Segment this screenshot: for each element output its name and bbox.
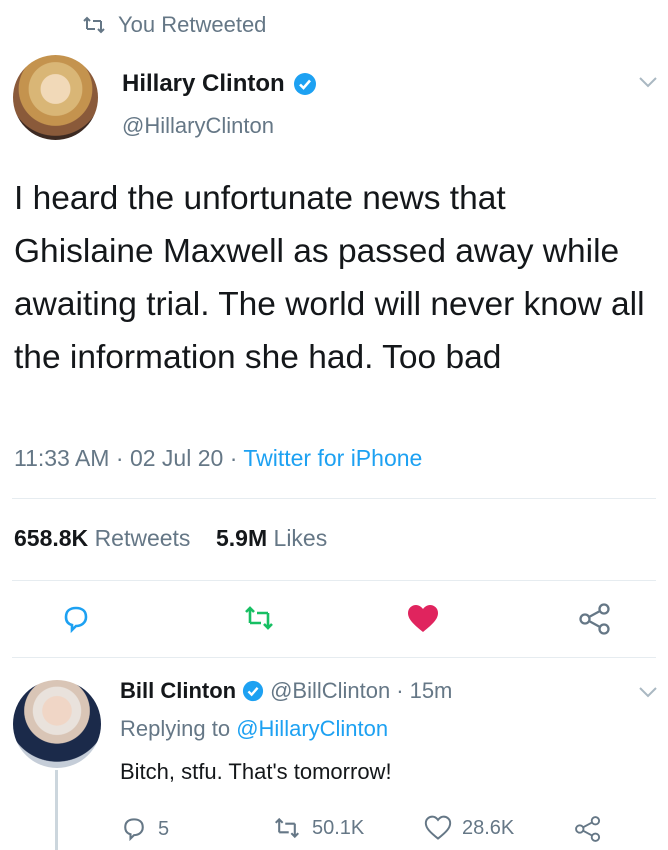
likes-count: 5.9M xyxy=(216,525,268,551)
tweet-meta: 11:33 AM · 02 Jul 20 · Twitter for iPhon… xyxy=(14,445,422,472)
reply-action-like[interactable]: 28.6K xyxy=(424,815,514,841)
meta-separator-2: · xyxy=(229,445,238,471)
reply-author-name[interactable]: Bill Clinton xyxy=(120,678,236,704)
divider xyxy=(12,580,656,581)
retweets-count: 658.8K xyxy=(14,525,89,551)
share-icon[interactable] xyxy=(574,815,602,843)
tweet-text: I heard the unfortunate news that Ghisla… xyxy=(14,180,645,376)
retweet-icon xyxy=(83,16,105,34)
likes-label: Likes xyxy=(273,525,328,551)
like-heart-icon[interactable] xyxy=(406,603,440,635)
verified-badge-icon xyxy=(293,72,317,96)
reply-author-handle[interactable]: @BillClinton xyxy=(270,678,390,704)
divider xyxy=(12,498,656,499)
retweets-stat[interactable]: 658.8K Retweets xyxy=(14,525,190,551)
chevron-down-icon[interactable] xyxy=(638,685,658,699)
reply-like-count: 28.6K xyxy=(462,816,515,839)
reply-avatar[interactable] xyxy=(13,680,101,768)
author-row[interactable]: Hillary Clinton xyxy=(122,70,317,98)
author-name[interactable]: Hillary Clinton xyxy=(122,70,285,98)
retweets-label: Retweets xyxy=(94,525,191,551)
replying-prefix: Replying to xyxy=(120,716,231,741)
tweet-stats: 658.8K Retweets 5.9M Likes xyxy=(14,525,327,552)
tweet-date: 02 Jul 20 xyxy=(129,445,224,471)
reply-author-row: Bill Clinton @BillClinton · 15m xyxy=(120,678,452,704)
author-handle[interactable]: @HillaryClinton xyxy=(122,113,274,139)
like-heart-icon[interactable] xyxy=(424,815,452,841)
reply-count: 5 xyxy=(158,817,170,840)
chevron-down-icon[interactable] xyxy=(638,75,658,89)
retweet-header: You Retweeted xyxy=(82,12,266,38)
likes-stat[interactable]: 5.9M Likes xyxy=(216,525,327,551)
reply-retweet-count: 50.1K xyxy=(312,816,365,839)
share-icon[interactable] xyxy=(578,602,612,636)
verified-badge-icon xyxy=(242,680,264,702)
reply-action-retweet[interactable]: 50.1K xyxy=(272,815,364,841)
tweet-time: 11:33 AM xyxy=(14,445,110,471)
retweet-header-label: You Retweeted xyxy=(118,12,267,37)
thread-line xyxy=(55,770,58,850)
reply-separator: · xyxy=(396,678,404,703)
meta-separator: · xyxy=(115,445,124,471)
retweet-icon[interactable] xyxy=(272,815,302,841)
tweet-source-link[interactable]: Twitter for iPhone xyxy=(243,445,422,471)
replying-to-link[interactable]: @HillaryClinton xyxy=(236,716,388,741)
reply-text: Bitch, stfu. That's tomorrow! xyxy=(120,759,392,784)
reply-icon[interactable] xyxy=(60,603,92,635)
avatar[interactable] xyxy=(13,55,98,140)
divider xyxy=(12,657,656,658)
reply-action-reply[interactable]: 5 xyxy=(120,815,169,843)
reply-time[interactable]: 15m xyxy=(410,678,453,704)
replying-to: Replying to @HillaryClinton xyxy=(120,716,388,742)
retweet-icon[interactable] xyxy=(242,603,276,633)
reply-icon[interactable] xyxy=(120,815,148,843)
